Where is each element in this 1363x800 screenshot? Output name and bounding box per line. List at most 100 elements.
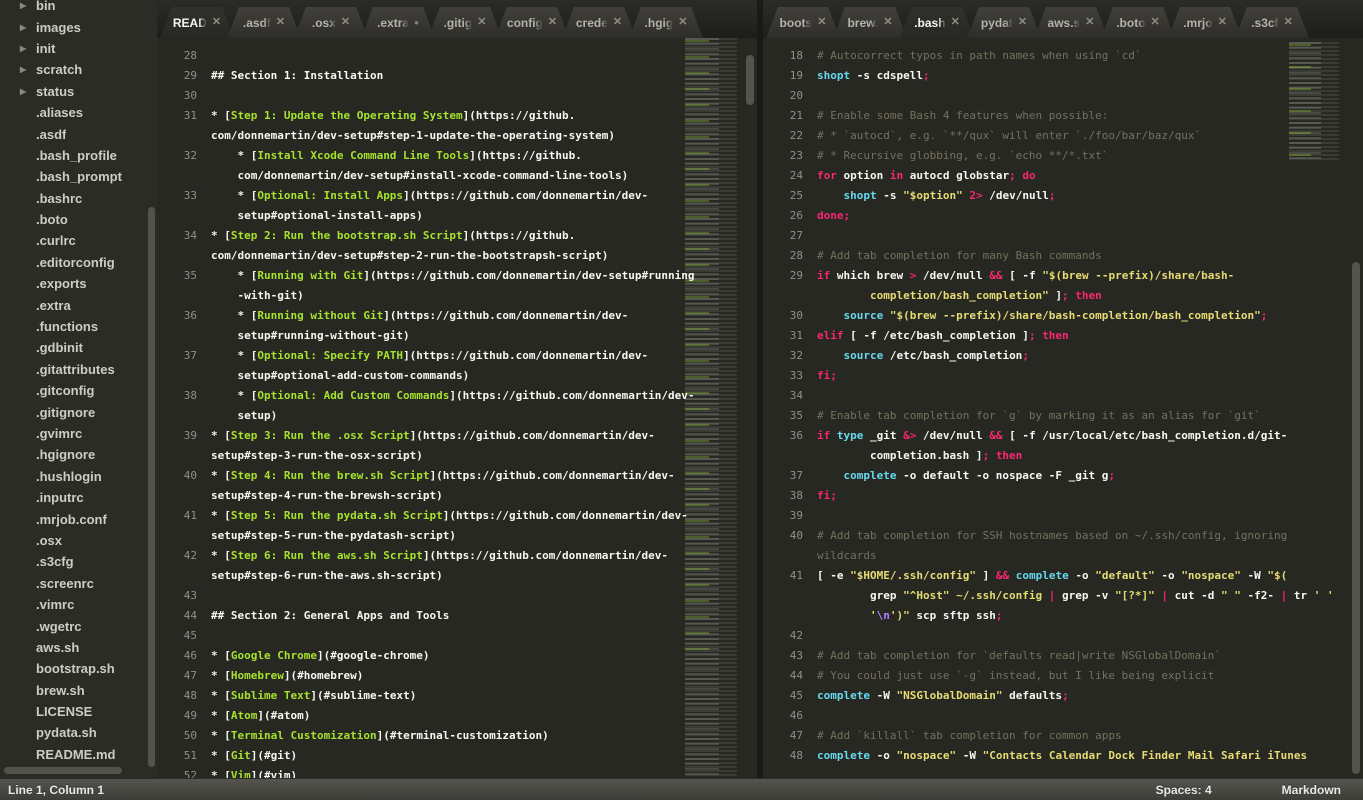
code-line: 45	[157, 626, 757, 646]
code-text: wildcards	[817, 546, 877, 566]
close-icon[interactable]: ✕	[1018, 17, 1027, 28]
code-text: elif [ -f /etc/bash_completion ]; then	[817, 326, 1069, 346]
sidebar-item-gitconfig[interactable]: .gitconfig	[0, 380, 157, 401]
sidebar-item-functions[interactable]: .functions	[0, 316, 157, 337]
close-icon[interactable]: ✕	[678, 17, 687, 28]
sidebar-horizontal-scrollbar[interactable]	[4, 767, 122, 774]
sidebar-item-exports[interactable]: .exports	[0, 273, 157, 294]
sidebar-item-bash-prompt[interactable]: .bash_prompt	[0, 166, 157, 187]
sidebar-item-aliases[interactable]: .aliases	[0, 102, 157, 123]
close-icon[interactable]: ✕	[276, 17, 285, 28]
close-icon[interactable]: ✕	[613, 17, 622, 28]
right-editor-content[interactable]: 18# Autocorrect typos in path names when…	[763, 38, 1363, 766]
folder-arrow-icon[interactable]: ▶	[20, 1, 36, 10]
sidebar-item-inputrc[interactable]: .inputrc	[0, 487, 157, 508]
indent-setting[interactable]: Spaces: 4	[1156, 783, 1212, 797]
tab-brew[interactable]: brew.✕	[833, 7, 907, 38]
tab-boots[interactable]: boots✕	[766, 7, 840, 38]
close-icon[interactable]: ✕	[817, 17, 826, 28]
tab-config[interactable]: config✕	[495, 7, 569, 38]
right-pane-scrollbar-thumb[interactable]	[1352, 262, 1360, 774]
left-minimap[interactable]	[681, 38, 743, 778]
sidebar-item-status[interactable]: ▶status	[0, 81, 157, 102]
tab-crede[interactable]: crede✕	[562, 7, 636, 38]
tab-extra[interactable]: .extra●	[361, 7, 435, 38]
left-editor-content[interactable]: 2829## Section 1: Installation3031* [Ste…	[157, 38, 757, 778]
sidebar-item-screenrc[interactable]: .screenrc	[0, 573, 157, 594]
sidebar-item-vimrc[interactable]: .vimrc	[0, 594, 157, 615]
folder-arrow-icon[interactable]: ▶	[20, 23, 36, 32]
dirty-indicator-icon[interactable]: ●	[414, 19, 419, 27]
code-line: 34	[763, 386, 1363, 406]
sidebar-item-gitattributes[interactable]: .gitattributes	[0, 359, 157, 380]
sidebar-item-scratch[interactable]: ▶scratch	[0, 59, 157, 80]
syntax-mode[interactable]: Markdown	[1282, 783, 1341, 797]
folder-arrow-icon[interactable]: ▶	[20, 65, 36, 74]
sidebar-vertical-scrollbar[interactable]	[148, 207, 155, 767]
close-icon[interactable]: ✕	[1284, 17, 1293, 28]
code-line: 31* [Step 1: Update the Operating System…	[157, 106, 757, 126]
sidebar-item-osx[interactable]: .osx	[0, 530, 157, 551]
sidebar-item-readme-md[interactable]: README.md	[0, 744, 157, 765]
tab-mrjo[interactable]: .mrjo✕	[1168, 7, 1242, 38]
sidebar-item-wgetrc[interactable]: .wgetrc	[0, 615, 157, 636]
sidebar-item-gvimrc[interactable]: .gvimrc	[0, 423, 157, 444]
sidebar-item-extra[interactable]: .extra	[0, 294, 157, 315]
tab-bash[interactable]: .bash✕	[900, 7, 974, 38]
sidebar-item-hgignore[interactable]: .hgignore	[0, 444, 157, 465]
line-number: 27	[763, 226, 803, 246]
close-icon[interactable]: ✕	[1218, 17, 1227, 28]
sidebar-item-bashrc[interactable]: .bashrc	[0, 188, 157, 209]
sidebar-item-init[interactable]: ▶init	[0, 38, 157, 59]
tab-s3cf[interactable]: .s3cf✕	[1235, 7, 1309, 38]
close-icon[interactable]: ✕	[212, 17, 221, 28]
close-icon[interactable]: ✕	[951, 17, 960, 28]
code-text: * [Atom](#atom)	[211, 706, 310, 726]
sidebar-item-pydata-sh[interactable]: pydata.sh	[0, 722, 157, 743]
left-editor[interactable]: 2829## Section 1: Installation3031* [Ste…	[157, 38, 757, 778]
sidebar-item-aws-sh[interactable]: aws.sh	[0, 637, 157, 658]
tab-asdf[interactable]: .asdf✕	[227, 7, 301, 38]
tab-gitig[interactable]: .gitig✕	[428, 7, 502, 38]
code-text: done;	[817, 206, 850, 226]
tab-hgig[interactable]: .hgig✕	[629, 7, 703, 38]
close-icon[interactable]: ✕	[341, 17, 350, 28]
folder-arrow-icon[interactable]: ▶	[20, 44, 36, 53]
tab-read[interactable]: READ✕	[160, 7, 234, 38]
sidebar-item-bash-profile[interactable]: .bash_profile	[0, 145, 157, 166]
sidebar-item-asdf[interactable]: .asdf	[0, 123, 157, 144]
right-minimap[interactable]	[1287, 42, 1349, 162]
sidebar-item-gitignore[interactable]: .gitignore	[0, 401, 157, 422]
sidebar-item-license[interactable]: LICENSE	[0, 701, 157, 722]
sidebar-item-mrjob-conf[interactable]: .mrjob.conf	[0, 508, 157, 529]
line-number: 45	[157, 626, 197, 646]
sidebar-item-bootstrap-sh[interactable]: bootstrap.sh	[0, 658, 157, 679]
sidebar-item-boto[interactable]: .boto	[0, 209, 157, 230]
sidebar-item-images[interactable]: ▶images	[0, 16, 157, 37]
line-number: 44	[157, 606, 197, 626]
code-line: 38fi;	[763, 486, 1363, 506]
right-editor[interactable]: 18# Autocorrect typos in path names when…	[763, 38, 1363, 778]
line-number	[157, 166, 197, 186]
tab-boto[interactable]: .boto✕	[1101, 7, 1175, 38]
sidebar-item-curlrc[interactable]: .curlrc	[0, 230, 157, 251]
close-icon[interactable]: ✕	[548, 17, 557, 28]
folder-arrow-icon[interactable]: ▶	[20, 87, 36, 96]
tab-pydat[interactable]: pydat✕	[967, 7, 1041, 38]
sidebar-item-hushlogin[interactable]: .hushlogin	[0, 466, 157, 487]
tab-osx[interactable]: .osx✕	[294, 7, 368, 38]
sidebar-item-brew-sh[interactable]: brew.sh	[0, 680, 157, 701]
sidebar-item-s3cfg[interactable]: .s3cfg	[0, 551, 157, 572]
close-icon[interactable]: ✕	[883, 17, 892, 28]
sidebar-item-bin[interactable]: ▶bin	[0, 0, 157, 16]
line-number: 46	[763, 706, 803, 726]
left-pane-scrollbar-thumb[interactable]	[746, 55, 754, 105]
close-icon[interactable]: ✕	[1151, 17, 1160, 28]
tab-aws-s[interactable]: aws.s✕	[1034, 7, 1108, 38]
sidebar-item-editorconfig[interactable]: .editorconfig	[0, 252, 157, 273]
close-icon[interactable]: ✕	[477, 17, 486, 28]
line-number: 30	[763, 306, 803, 326]
close-icon[interactable]: ✕	[1085, 17, 1094, 28]
code-text: -with-git)	[211, 286, 304, 306]
sidebar-item-gdbinit[interactable]: .gdbinit	[0, 337, 157, 358]
